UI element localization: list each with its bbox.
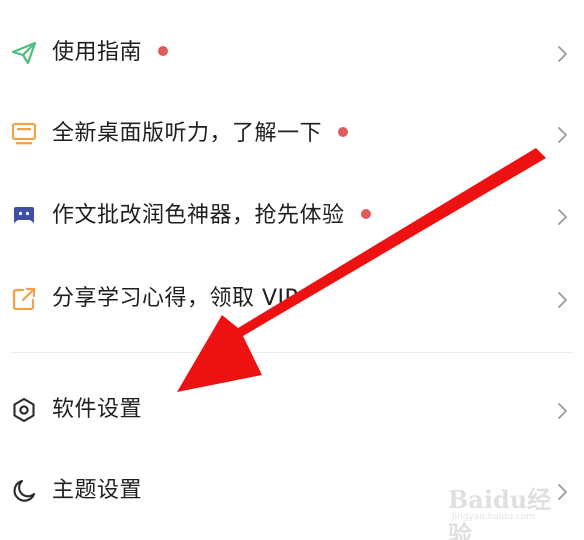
chevron-right-icon: [555, 125, 569, 145]
chevron-right-icon: [555, 401, 569, 421]
new-badge-dot: [338, 127, 349, 137]
paper-plane-icon: [10, 39, 38, 67]
chevron-right-icon: [555, 290, 569, 310]
menu-item-label: 作文批改润色神器，抢先体验: [52, 201, 371, 231]
menu-item-label: 软件设置: [52, 397, 143, 422]
menu-item-share[interactable]: 分享学习心得，领取 VIP: [0, 270, 584, 330]
moon-icon: [10, 477, 38, 505]
section-divider: [10, 352, 574, 353]
menu-item-label: 分享学习心得，领取 VIP: [52, 286, 299, 311]
menu-screen: 使用指南 全新桌面版听力，了解一下 作文批改润色神器，抢先体验 分享学习心得，领…: [0, 0, 584, 540]
menu-item-guide[interactable]: 使用指南: [0, 24, 584, 84]
chevron-right-icon: [555, 44, 569, 64]
menu-item-label: 全新桌面版听力，了解一下: [52, 119, 349, 149]
new-badge-dot: [360, 209, 371, 219]
menu-item-theme-settings[interactable]: 主题设置: [0, 462, 584, 522]
menu-item-desktop-listening[interactable]: 全新桌面版听力，了解一下: [0, 105, 584, 165]
new-badge-dot: [158, 46, 169, 56]
chevron-right-icon: [555, 482, 569, 502]
monitor-icon: [10, 120, 38, 148]
robot-icon: [10, 202, 38, 230]
menu-item-label: 主题设置: [52, 478, 143, 503]
menu-item-software-settings[interactable]: 软件设置: [0, 381, 584, 441]
chevron-right-icon: [555, 207, 569, 227]
menu-item-essay-correction[interactable]: 作文批改润色神器，抢先体验: [0, 187, 584, 247]
settings-hexagon-icon: [10, 396, 38, 424]
share-icon: [10, 285, 38, 313]
menu-item-label: 使用指南: [52, 38, 169, 68]
